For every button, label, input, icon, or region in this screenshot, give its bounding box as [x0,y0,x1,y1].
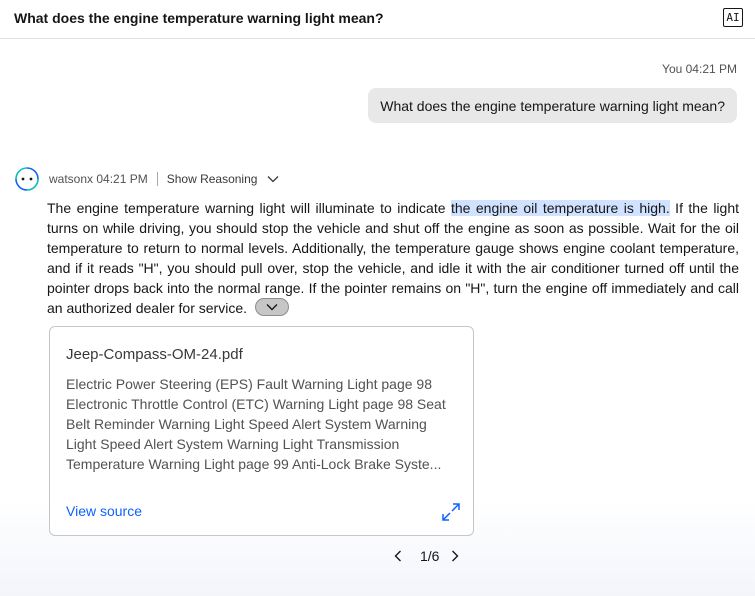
show-reasoning-button[interactable]: Show Reasoning [167,172,280,186]
pager-label: 1/6 [420,548,440,564]
view-source-link[interactable]: View source [66,503,142,519]
source-excerpt: Electric Power Steering (EPS) Fault Warn… [66,376,446,472]
chevron-down-icon [266,304,278,311]
source-pager: 1/6 [390,545,463,567]
expand-icon[interactable] [441,502,461,522]
chevron-down-icon [267,175,279,183]
answer-highlight: the engine oil temperature is high. [450,200,670,216]
source-card: Jeep-Compass-OM-24.pdf Electric Power St… [49,326,474,536]
user-message-bubble: What does the engine temperature warning… [368,88,737,123]
user-message-text: What does the engine temperature warning… [380,97,725,114]
chat-header: What does the engine temperature warning… [0,0,755,39]
user-message-meta: You 04:21 PM [662,62,737,76]
watsonx-avatar-icon [15,167,39,191]
bot-sender-time: watsonx 04:21 PM [49,172,148,186]
previous-source-button[interactable] [390,545,406,567]
chevron-left-icon [394,550,401,562]
ai-badge[interactable]: AI [723,8,743,27]
chevron-right-icon [452,550,459,562]
next-source-button[interactable] [447,545,463,567]
answer-text-end: If the light turns on while driving, you… [47,200,740,316]
bot-message-meta: watsonx 04:21 PM Show Reasoning [49,171,279,187]
chat-title: What does the engine temperature warning… [14,10,384,26]
show-reasoning-label: Show Reasoning [166,172,258,186]
source-title: Jeep-Compass-OM-24.pdf [66,346,243,363]
collapse-sources-button[interactable] [254,298,289,316]
meta-divider [156,172,158,186]
answer-text-start: The engine temperature warning light wil… [47,200,451,216]
bot-answer-text: The engine temperature warning light wil… [47,198,739,318]
